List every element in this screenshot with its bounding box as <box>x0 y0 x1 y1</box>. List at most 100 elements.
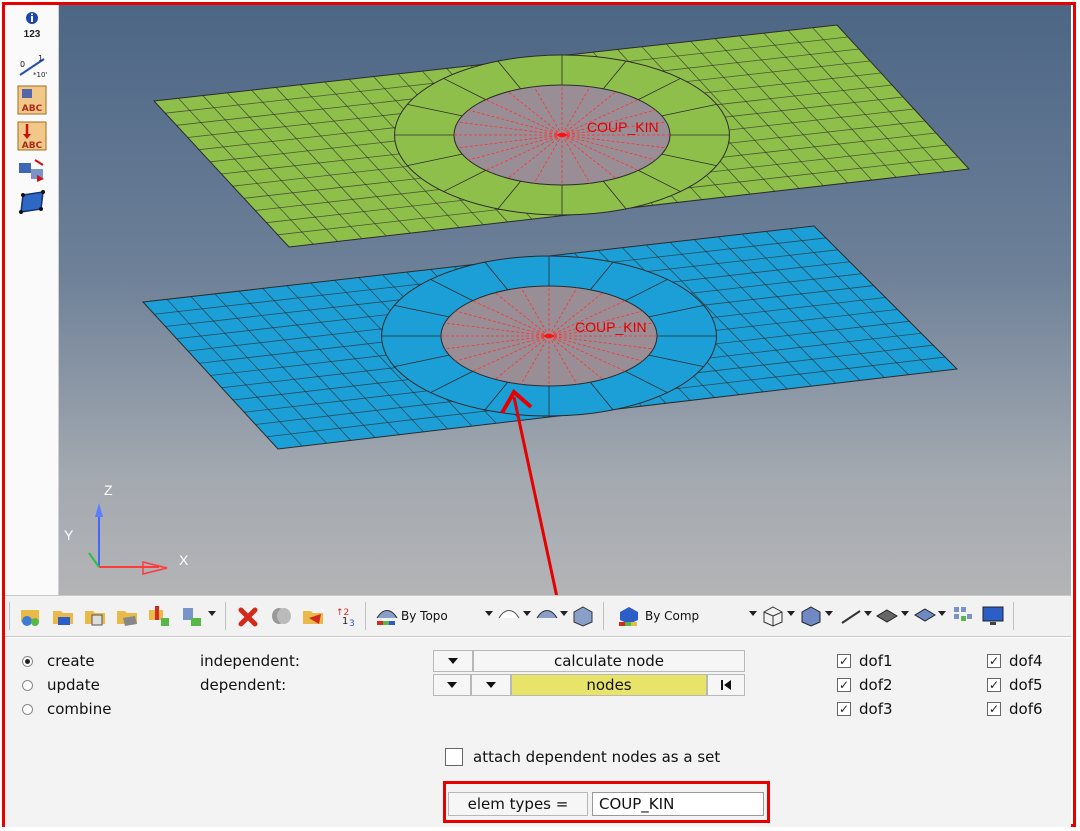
solid-icon[interactable] <box>799 604 823 628</box>
dof5-label: dof5 <box>1009 676 1043 694</box>
toolbar-grip-end <box>1013 602 1014 630</box>
dof6-checkbox[interactable]: ✓ dof6 <box>987 698 1043 720</box>
dof3-label: dof3 <box>859 700 893 718</box>
info-icon[interactable]: 123 <box>17 11 47 43</box>
label-abc-icon[interactable]: ABC <box>17 85 47 115</box>
solid-shell-icon[interactable] <box>535 604 559 628</box>
nodes-label: nodes <box>586 676 632 694</box>
by-topo-dropdown[interactable]: By Topo <box>401 603 448 629</box>
cube-icon[interactable] <box>571 604 595 628</box>
radio-create-label: create <box>47 652 95 670</box>
folder-icon[interactable] <box>51 604 75 628</box>
radio-combine-label: combine <box>47 700 112 718</box>
by-comp-dropdown[interactable]: By Comp <box>645 603 699 629</box>
label-abc-arrow-icon[interactable]: ABC <box>17 121 47 151</box>
by-topo-label: By Topo <box>401 609 448 623</box>
dof1-check[interactable]: ✓ <box>837 654 851 668</box>
radio-update-label: update <box>47 676 100 694</box>
dependent-switch-1[interactable] <box>433 674 471 696</box>
radio-update-button[interactable] <box>22 679 33 691</box>
radio-combine-button[interactable] <box>22 703 33 715</box>
dof5-checkbox[interactable]: ✓ dof5 <box>987 674 1043 696</box>
mesh-icon[interactable] <box>875 604 899 628</box>
scale-icon[interactable]: 0 1 *10' <box>17 53 47 79</box>
surface-icon[interactable] <box>375 604 399 628</box>
reset-icon <box>721 680 731 690</box>
toolbar-separator <box>603 602 604 630</box>
reset-selection-button[interactable] <box>707 674 745 696</box>
graphics-viewport[interactable]: COUP_KIN COUP_KIN Z Y X <box>59 5 1071 595</box>
bottom-plate[interactable] <box>141 225 959 450</box>
delete-icon[interactable] <box>237 604 261 628</box>
monitor-icon[interactable] <box>981 604 1005 628</box>
radio-create-button[interactable] <box>22 655 33 667</box>
calculate-node-button[interactable]: calculate node <box>473 650 745 672</box>
toolbar-separator <box>365 602 366 630</box>
svg-text:3: 3 <box>349 619 355 628</box>
cylinder-icon[interactable] <box>269 604 293 628</box>
color-icon[interactable] <box>147 604 171 628</box>
by-topo-caret[interactable] <box>485 611 493 616</box>
left-toolbar: 123 0 1 *10' ABC ABC <box>5 5 59 595</box>
radio-update[interactable]: update <box>22 674 100 696</box>
dof2-check[interactable]: ✓ <box>837 678 851 692</box>
dof1-checkbox[interactable]: ✓ dof1 <box>837 650 893 672</box>
dof2-checkbox[interactable]: ✓ dof2 <box>837 674 893 696</box>
top-plate[interactable] <box>152 24 971 248</box>
radio-create[interactable]: create <box>22 650 95 672</box>
shell-icon[interactable] <box>497 604 521 628</box>
radio-combine[interactable]: combine <box>22 698 111 720</box>
comp-color-icon[interactable] <box>617 604 641 628</box>
independent-switch[interactable] <box>433 650 473 672</box>
line-dropdown[interactable] <box>864 611 872 616</box>
svg-text:ABC: ABC <box>22 141 43 151</box>
assign-dropdown[interactable] <box>208 611 216 616</box>
dof2-label: dof2 <box>859 676 893 694</box>
numbering-icon[interactable]: ↑2 1 3 <box>333 604 357 629</box>
mesh-dropdown[interactable] <box>901 611 909 616</box>
element-transform-icon[interactable] <box>17 157 47 183</box>
dof3-check[interactable]: ✓ <box>837 702 851 716</box>
grid-icon[interactable] <box>951 604 975 628</box>
elem-types-field[interactable]: COUP_KIN <box>592 792 764 816</box>
shell-dropdown[interactable] <box>523 611 531 616</box>
elem-types-value: COUP_KIN <box>599 795 675 813</box>
calculate-node-label: calculate node <box>553 652 665 670</box>
svg-text:0: 0 <box>20 60 25 69</box>
solid-shell-dropdown[interactable] <box>560 611 568 616</box>
nodes-selector[interactable]: nodes <box>511 674 707 696</box>
assign-icon[interactable] <box>179 604 203 628</box>
folder-open-icon[interactable] <box>301 604 325 628</box>
elem-types-label: elem types = <box>467 795 569 813</box>
solid-dropdown[interactable] <box>825 611 833 616</box>
by-comp-caret[interactable] <box>749 611 757 616</box>
by-comp-label: By Comp <box>645 609 700 623</box>
folder-img-icon[interactable] <box>83 604 107 628</box>
dof4-checkbox[interactable]: ✓ dof4 <box>987 650 1043 672</box>
info-label: 123 <box>24 29 41 40</box>
svg-text:ABC: ABC <box>22 104 43 114</box>
wireframe-dropdown[interactable] <box>787 611 795 616</box>
elem-types-button[interactable]: elem types = <box>448 792 588 816</box>
dependent-switch-2[interactable] <box>471 674 511 696</box>
plane-dropdown[interactable] <box>938 611 946 616</box>
dof5-check[interactable]: ✓ <box>987 678 1001 692</box>
component-icon[interactable] <box>19 604 43 628</box>
attach-set-checkbox[interactable]: attach dependent nodes as a set <box>445 746 720 768</box>
dof3-checkbox[interactable]: ✓ dof3 <box>837 698 893 720</box>
wireframe-icon[interactable] <box>761 604 785 628</box>
main-toolbar: ↑2 1 3 By Topo By Comp <box>5 595 1071 637</box>
toolbar-separator <box>225 602 226 630</box>
component-edit-icon[interactable] <box>115 604 139 628</box>
dof1-label: dof1 <box>859 652 893 670</box>
toolbar-grip <box>9 602 10 630</box>
dof6-check[interactable]: ✓ <box>987 702 1001 716</box>
elem-types-highlight: elem types = COUP_KIN <box>443 781 770 823</box>
attach-set-check[interactable] <box>445 748 463 766</box>
attach-set-label: attach dependent nodes as a set <box>473 748 721 766</box>
line-icon[interactable] <box>839 604 863 628</box>
dof4-check[interactable]: ✓ <box>987 654 1001 668</box>
plane-icon[interactable] <box>913 604 937 628</box>
svg-text:*10': *10' <box>33 71 47 79</box>
select-face-icon[interactable] <box>17 189 47 215</box>
